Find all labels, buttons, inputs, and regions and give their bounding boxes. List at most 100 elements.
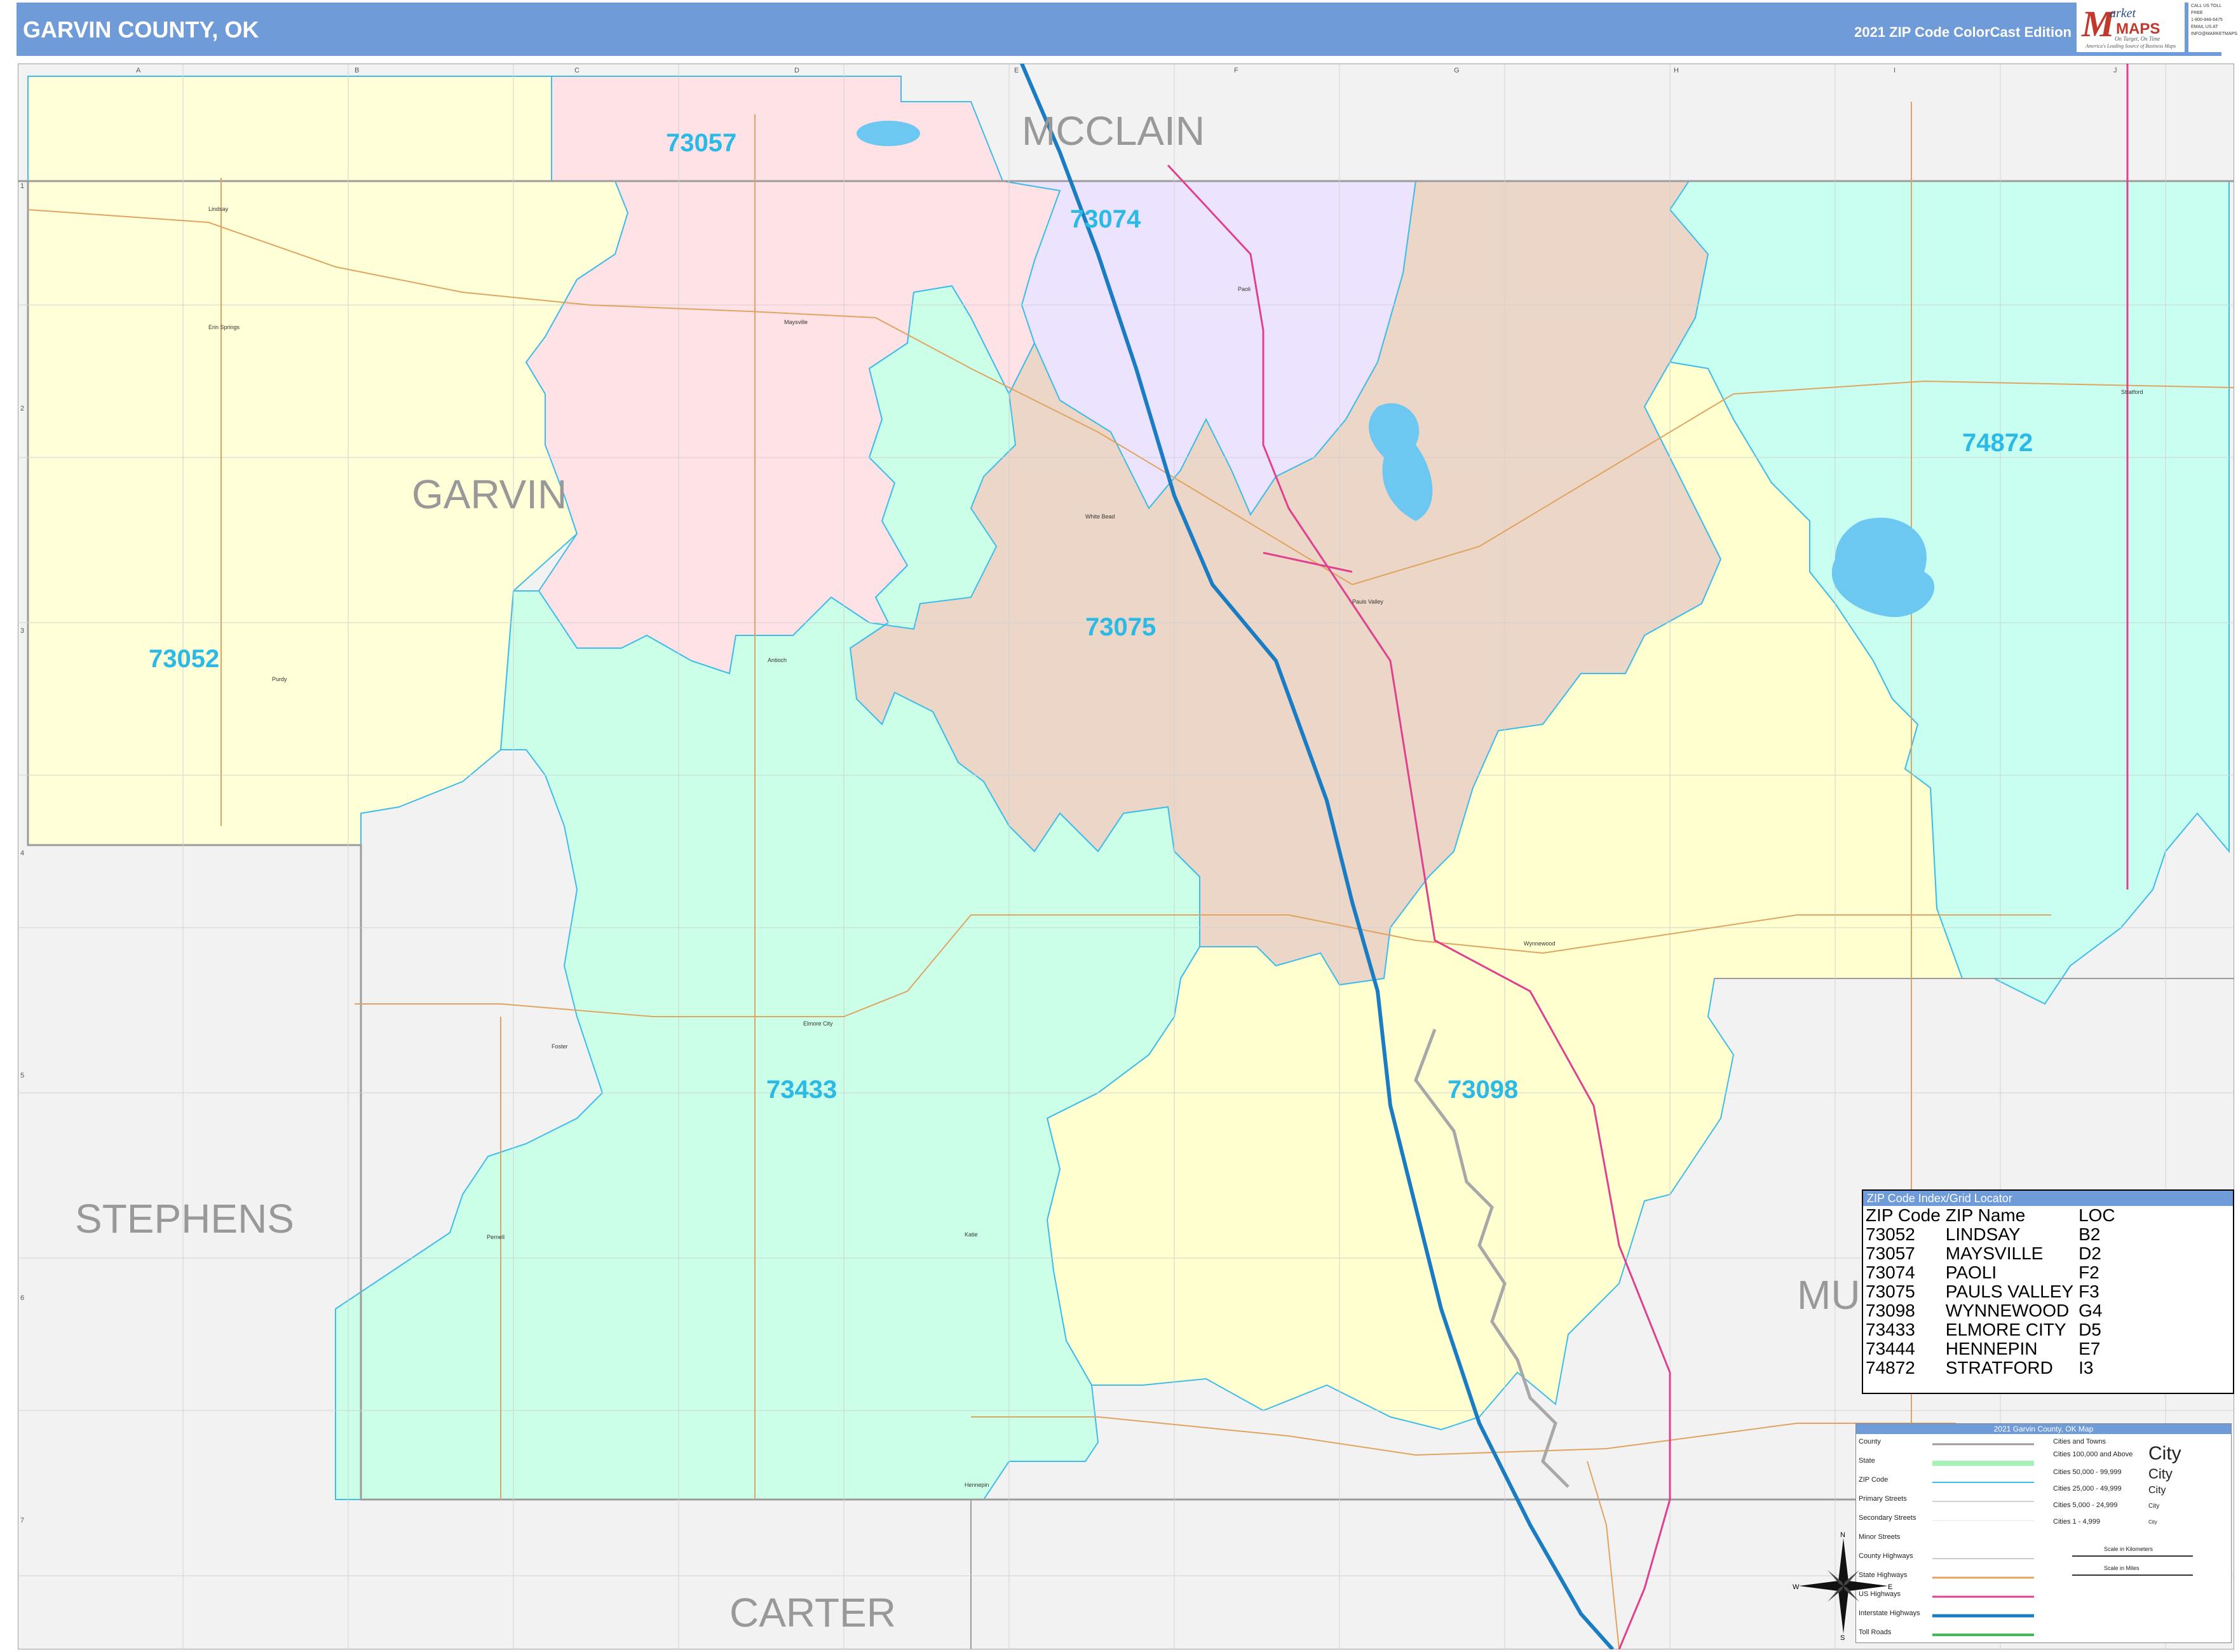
logo-tagline: On Target, On Time: [2115, 36, 2160, 42]
city-label: Pernell: [487, 1234, 505, 1240]
zip-cell: 73444: [1866, 1339, 1915, 1358]
map-title: GARVIN COUNTY, OK: [23, 17, 259, 43]
city-label: Katie: [965, 1231, 978, 1238]
header-bar: GARVIN COUNTY, OK 2021 ZIP Code ColorCas…: [17, 3, 2221, 56]
compass-rose-icon: N S E W: [1793, 1532, 1892, 1640]
legend-item: State: [1859, 1457, 1875, 1465]
legend-city-sample: City: [2148, 1519, 2157, 1525]
market-maps-logo[interactable]: M arket MAPS On Target, On Time America'…: [2077, 1, 2185, 52]
zip-label-73057[interactable]: 73057: [666, 129, 736, 157]
grid-col-label: E: [1014, 67, 1019, 74]
grid-col-label: C: [574, 67, 580, 74]
index-header: LOC: [2079, 1205, 2115, 1225]
zip-cell: 73098: [1866, 1301, 1915, 1320]
scale-bars: [2072, 1555, 2193, 1576]
grid-row-label: 1: [20, 182, 24, 190]
city-label: White Bead: [1085, 513, 1115, 520]
grid-row-label: 6: [20, 1294, 24, 1302]
legend-city-item: Cities 100,000 and Above: [2053, 1451, 2133, 1458]
loc-cell: D2: [2079, 1243, 2101, 1263]
zip-label-73098[interactable]: 73098: [1448, 1076, 1518, 1104]
legend-item: Secondary Streets: [1859, 1514, 1916, 1522]
table-row[interactable]: 73444 HENNEPIN E7: [1866, 1339, 2120, 1358]
legend-city-sample: City: [2148, 1503, 2160, 1510]
legend-item: ZIP Code: [1859, 1476, 1889, 1484]
legend-city-header: Cities and Towns: [2053, 1438, 2106, 1446]
index-header-row: ZIP Code ZIP Name LOC: [1866, 1206, 2120, 1225]
table-row[interactable]: 74872 STRATFORD I3: [1866, 1358, 2120, 1378]
name-cell: PAOLI: [1945, 1263, 1997, 1282]
grid-col-label: H: [1674, 67, 1679, 74]
legend-city-item: Cities 5,000 - 24,999: [2053, 1501, 2118, 1509]
compass-e: E: [1888, 1583, 1892, 1591]
city-label: Antioch: [768, 657, 787, 663]
legend-city-sample: City: [2148, 1485, 2166, 1496]
name-cell: PAULS VALLEY: [1945, 1282, 2074, 1301]
county-label-carter: CARTER: [729, 1590, 896, 1635]
grid-col-label: B: [355, 67, 359, 74]
county-label-mcclain: MCCLAIN: [1022, 108, 1205, 154]
table-row[interactable]: 73057 MAYSVILLE D2: [1866, 1244, 2120, 1263]
grid-row-label: 2: [20, 405, 24, 412]
loc-cell: I3: [2079, 1358, 2094, 1378]
logo-tagline-2: America's Leading Source of Business Map…: [2085, 43, 2176, 49]
city-label: Stratford: [2121, 389, 2143, 395]
loc-cell: G4: [2079, 1301, 2103, 1320]
county-label-garvin: GARVIN: [412, 471, 567, 517]
zip-cell: 73052: [1866, 1224, 1915, 1244]
county-map[interactable]: MCCLAIN GARVIN STEPHENS CARTER MU 73057 …: [18, 64, 2234, 1649]
legend-city-item: Cities 25,000 - 49,999: [2053, 1485, 2122, 1493]
zip-label-73052[interactable]: 73052: [149, 645, 219, 673]
index-header: ZIP Name: [1945, 1205, 2026, 1225]
loc-cell: D5: [2079, 1320, 2101, 1339]
legend-item: County: [1859, 1438, 1881, 1446]
city-label: Paoli: [1238, 286, 1251, 292]
legend-city-item: Cities 1 - 4,999: [2053, 1518, 2100, 1526]
loc-cell: B2: [2079, 1224, 2101, 1244]
table-row[interactable]: 73433 ELMORE CITY D5: [1866, 1320, 2120, 1339]
loc-cell: F3: [2079, 1282, 2099, 1301]
county-label-murray: MU: [1797, 1272, 1861, 1318]
legend-item: Primary Streets: [1859, 1495, 1907, 1503]
zip-label-73075[interactable]: 73075: [1085, 613, 1156, 641]
legend-city-item: Cities 50,000 - 99,999: [2053, 1468, 2122, 1476]
contact-line: INFO@MARKETMAPS.COM: [2191, 32, 2238, 36]
city-label: Elmore City: [803, 1020, 833, 1027]
table-row[interactable]: 73098 WYNNEWOOD G4: [1866, 1301, 2120, 1320]
grid-col-label: I: [1894, 67, 1896, 74]
zip-cell: 73074: [1866, 1263, 1915, 1282]
zip-cell: 73075: [1866, 1282, 1915, 1301]
grid-row-label: 7: [20, 1517, 24, 1524]
zip-label-73433[interactable]: 73433: [766, 1076, 837, 1104]
table-row[interactable]: 73075 PAULS VALLEY F3: [1866, 1282, 2120, 1301]
loc-cell: E7: [2079, 1339, 2101, 1358]
city-label: Lindsay: [208, 206, 229, 212]
legend-swatches: [1932, 1443, 2034, 1636]
compass-s: S: [1840, 1634, 1845, 1640]
zip-label-73074[interactable]: 73074: [1070, 205, 1141, 233]
table-row[interactable]: 73052 LINDSAY B2: [1866, 1225, 2120, 1244]
contact-line: 1-800-848-6475: [2191, 18, 2223, 22]
zip-index-title: ZIP Code Index/Grid Locator: [1863, 1191, 2233, 1206]
zip-cell: 73057: [1866, 1243, 1915, 1263]
grid-row-label: 5: [20, 1072, 24, 1080]
scale-km-label: Scale in Kilometers: [2104, 1546, 2153, 1552]
name-cell: HENNEPIN: [1945, 1339, 2038, 1358]
zip-label-74872[interactable]: 74872: [1962, 429, 2033, 457]
compass-n: N: [1840, 1532, 1845, 1539]
legend-city-sample: City: [2148, 1466, 2173, 1482]
grid-col-label: A: [136, 67, 141, 74]
loc-cell: F2: [2079, 1263, 2099, 1282]
zip-cell: 74872: [1866, 1358, 1915, 1378]
index-header: ZIP Code: [1866, 1205, 1941, 1225]
table-row[interactable]: 73074 PAOLI F2: [1866, 1263, 2120, 1282]
city-label: Purdy: [272, 676, 287, 682]
compass-w: W: [1793, 1583, 1800, 1591]
zip-index-grid: ZIP Code ZIP Name LOC 73052 LINDSAY B2 730…: [1866, 1206, 2120, 1378]
grid-col-label: G: [1454, 67, 1460, 74]
grid-col-label: J: [2113, 67, 2117, 74]
city-label: Erin Springs: [208, 324, 240, 330]
contact-line: EMAIL US AT: [2191, 25, 2218, 29]
city-label: Maysville: [784, 319, 808, 325]
map-legend: 2021 Garvin County, OK Map County State …: [1793, 1423, 2232, 1643]
